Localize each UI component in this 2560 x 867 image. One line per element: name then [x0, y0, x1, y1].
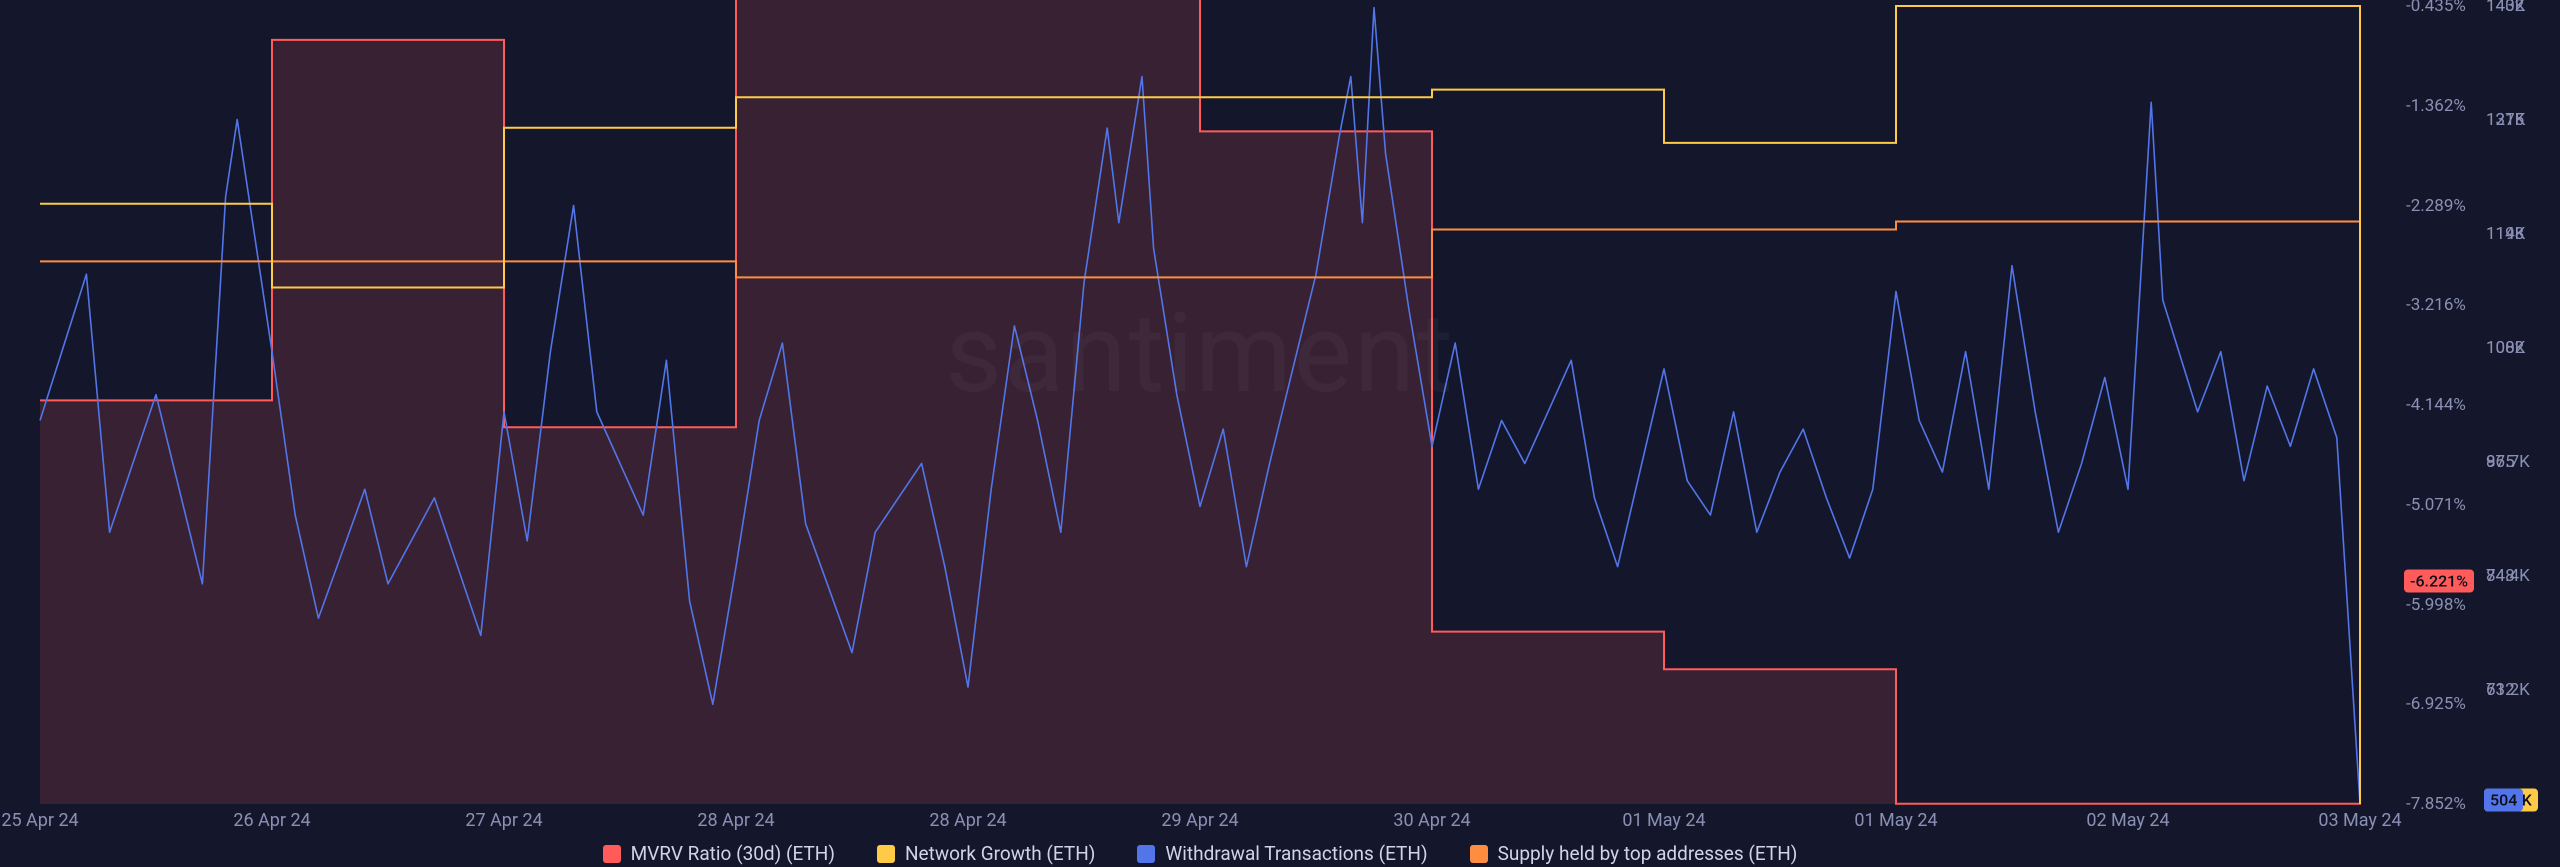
chart-svg [0, 0, 2400, 810]
y-tick: -7.852% [2406, 794, 2466, 814]
legend-item[interactable]: MVRV Ratio (30d) (ETH) [603, 842, 835, 865]
x-tick: 25 Apr 24 [1, 810, 78, 831]
x-tick: 26 Apr 24 [233, 810, 310, 831]
y-tick: 1082 [2486, 338, 2524, 358]
plot-area[interactable]: santiment [0, 0, 2400, 810]
axis-current-badge: 504 [2484, 789, 2523, 812]
legend-swatch [603, 845, 621, 863]
x-tick: 28 Apr 24 [929, 810, 1006, 831]
y-tick: -4.144% [2406, 395, 2466, 415]
y-axes: -0.435% -1.362% -2.289% -3.216% -4.144% -5.07… [2400, 0, 2560, 810]
x-tick: 01 May 24 [1622, 810, 1705, 831]
legend-swatch [1137, 845, 1155, 863]
legend-swatch [877, 845, 895, 863]
x-tick: 01 May 24 [1854, 810, 1937, 831]
axis-current-badge: -6.221% [2404, 569, 2474, 592]
legend-item[interactable]: Withdrawal Transactions (ETH) [1137, 842, 1427, 865]
y-tick: 1198 [2486, 224, 2524, 244]
y-tick: -2.289% [2406, 196, 2466, 216]
y-tick: -3.216% [2406, 295, 2466, 315]
y-tick: 1432 [2486, 0, 2524, 16]
y-tick: 965 [2486, 452, 2515, 472]
y-tick: -5.071% [2406, 495, 2466, 515]
x-axis: 25 Apr 24 26 Apr 24 27 Apr 24 28 Apr 24 28 A… [0, 810, 2400, 834]
x-tick: 29 Apr 24 [1161, 810, 1238, 831]
y-tick: 1315 [2486, 110, 2524, 130]
x-tick: 02 May 24 [2086, 810, 2169, 831]
y-tick: 732 [2486, 680, 2515, 700]
x-tick: 27 Apr 24 [465, 810, 542, 831]
legend-label: MVRV Ratio (30d) (ETH) [631, 842, 835, 865]
y-tick: -1.362% [2406, 96, 2466, 116]
x-tick: 30 Apr 24 [1393, 810, 1470, 831]
legend-label: Network Growth (ETH) [905, 842, 1095, 865]
y-tick: -0.435% [2406, 0, 2466, 16]
y-axis-mvrv: -0.435% -1.362% -2.289% -3.216% -4.144% -5.07… [2400, 0, 2480, 810]
legend-label: Withdrawal Transactions (ETH) [1165, 842, 1427, 865]
y-tick: -6.925% [2406, 694, 2466, 714]
legend: MVRV Ratio (30d) (ETH) Network Growth (ET… [0, 840, 2400, 867]
legend-item[interactable]: Network Growth (ETH) [877, 842, 1095, 865]
x-tick: 28 Apr 24 [697, 810, 774, 831]
y-tick: -5.998% [2406, 595, 2466, 615]
x-tick: 03 May 24 [2318, 810, 2401, 831]
legend-label: Supply held by top addresses (ETH) [1498, 842, 1798, 865]
y-tick: 848 [2486, 566, 2515, 586]
y-axis-withdrawals: 1432131511981082965848732615504 [2480, 0, 2560, 810]
legend-swatch [1470, 845, 1488, 863]
chart-container: santiment 25 Apr 24 26 Apr 24 27 Apr 24 28 … [0, 0, 2560, 867]
legend-item[interactable]: Supply held by top addresses (ETH) [1470, 842, 1798, 865]
